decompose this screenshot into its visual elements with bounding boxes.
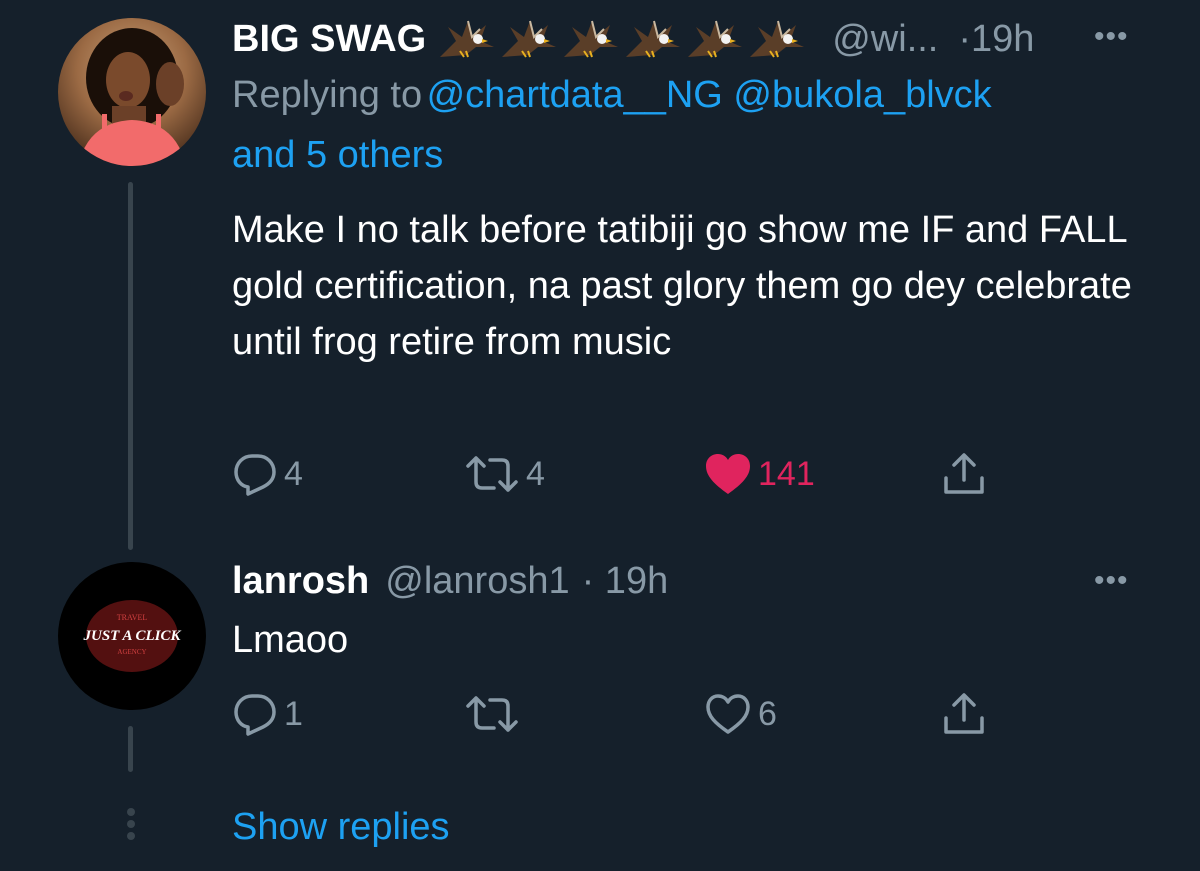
heart-outline-icon xyxy=(706,694,750,734)
display-name[interactable]: BIG SWAG xyxy=(232,18,426,61)
reply-count: 4 xyxy=(284,454,303,493)
handle[interactable]: @lanrosh1 xyxy=(385,560,569,603)
heart-filled-icon xyxy=(706,454,750,494)
thread-continuation-dots-icon xyxy=(126,808,136,840)
timestamp[interactable]: · 19h xyxy=(582,560,669,603)
tweet-text: Make I no talk before tatibiji go show m… xyxy=(232,209,1132,363)
eagle-emoji-icon xyxy=(688,20,743,58)
eagle-emoji-icon xyxy=(626,20,681,58)
travel-agency-logo: TRAVEL JUST A CLICK AGENCY xyxy=(83,600,182,672)
retweet-icon xyxy=(466,456,518,492)
thread-line-lower xyxy=(128,726,133,772)
thread-line-upper xyxy=(128,182,133,550)
logo-top-text: TRAVEL xyxy=(117,613,148,622)
reply-context: Replying to @chartdata__NG @bukola_blvck xyxy=(232,74,992,120)
replying-to-label: Replying to xyxy=(232,74,423,116)
like-count: 141 xyxy=(758,454,815,493)
reply-button[interactable]: 4 xyxy=(232,452,303,496)
eagle-emoji-icon xyxy=(750,20,805,58)
share-icon xyxy=(944,693,984,734)
share-icon xyxy=(944,453,984,494)
timestamp[interactable]: ·19h xyxy=(958,18,1034,61)
avatar-big-swag[interactable] xyxy=(58,18,206,166)
logo-main-text: JUST A CLICK xyxy=(83,628,182,644)
eagle-emoji-icon xyxy=(564,20,619,58)
reply-count: 1 xyxy=(284,694,303,733)
reply-icon xyxy=(234,454,276,496)
retweet-count: 4 xyxy=(526,454,545,493)
like-button[interactable]: 141 xyxy=(704,452,815,496)
share-button[interactable] xyxy=(940,690,988,738)
reply-button[interactable]: 1 xyxy=(232,692,303,736)
handle[interactable]: @wi... xyxy=(832,18,938,61)
retweet-button[interactable] xyxy=(464,692,526,736)
retweet-button[interactable]: 4 xyxy=(464,452,545,496)
reply-others[interactable]: and 5 others xyxy=(232,134,443,180)
tweet1-header: BIG SWAG @wi... ·19h xyxy=(232,16,1034,62)
show-replies-link[interactable]: Show replies xyxy=(232,806,450,849)
avatar-lanrosh[interactable]: TRAVEL JUST A CLICK AGENCY xyxy=(58,562,206,710)
profile-photo xyxy=(78,28,186,166)
like-count: 6 xyxy=(758,694,777,733)
more-options-icon[interactable]: ••• xyxy=(1094,20,1129,54)
tweet2-header: lanrosh @lanrosh1 · 19h xyxy=(232,558,668,604)
share-button[interactable] xyxy=(940,450,988,498)
reply-icon xyxy=(234,694,276,736)
eagle-emoji-row xyxy=(438,17,806,61)
tweet-text: Lmaoo xyxy=(232,619,349,661)
retweet-icon xyxy=(466,696,518,732)
eagle-emoji-icon xyxy=(440,20,495,58)
display-name[interactable]: lanrosh xyxy=(232,560,369,603)
logo-bottom-text: AGENCY xyxy=(117,648,146,656)
eagle-emoji-icon xyxy=(502,20,557,58)
reply-mentions[interactable]: @chartdata__NG @bukola_blvck xyxy=(427,74,992,116)
like-button[interactable]: 6 xyxy=(704,692,777,736)
more-options-icon[interactable]: ••• xyxy=(1094,564,1129,598)
